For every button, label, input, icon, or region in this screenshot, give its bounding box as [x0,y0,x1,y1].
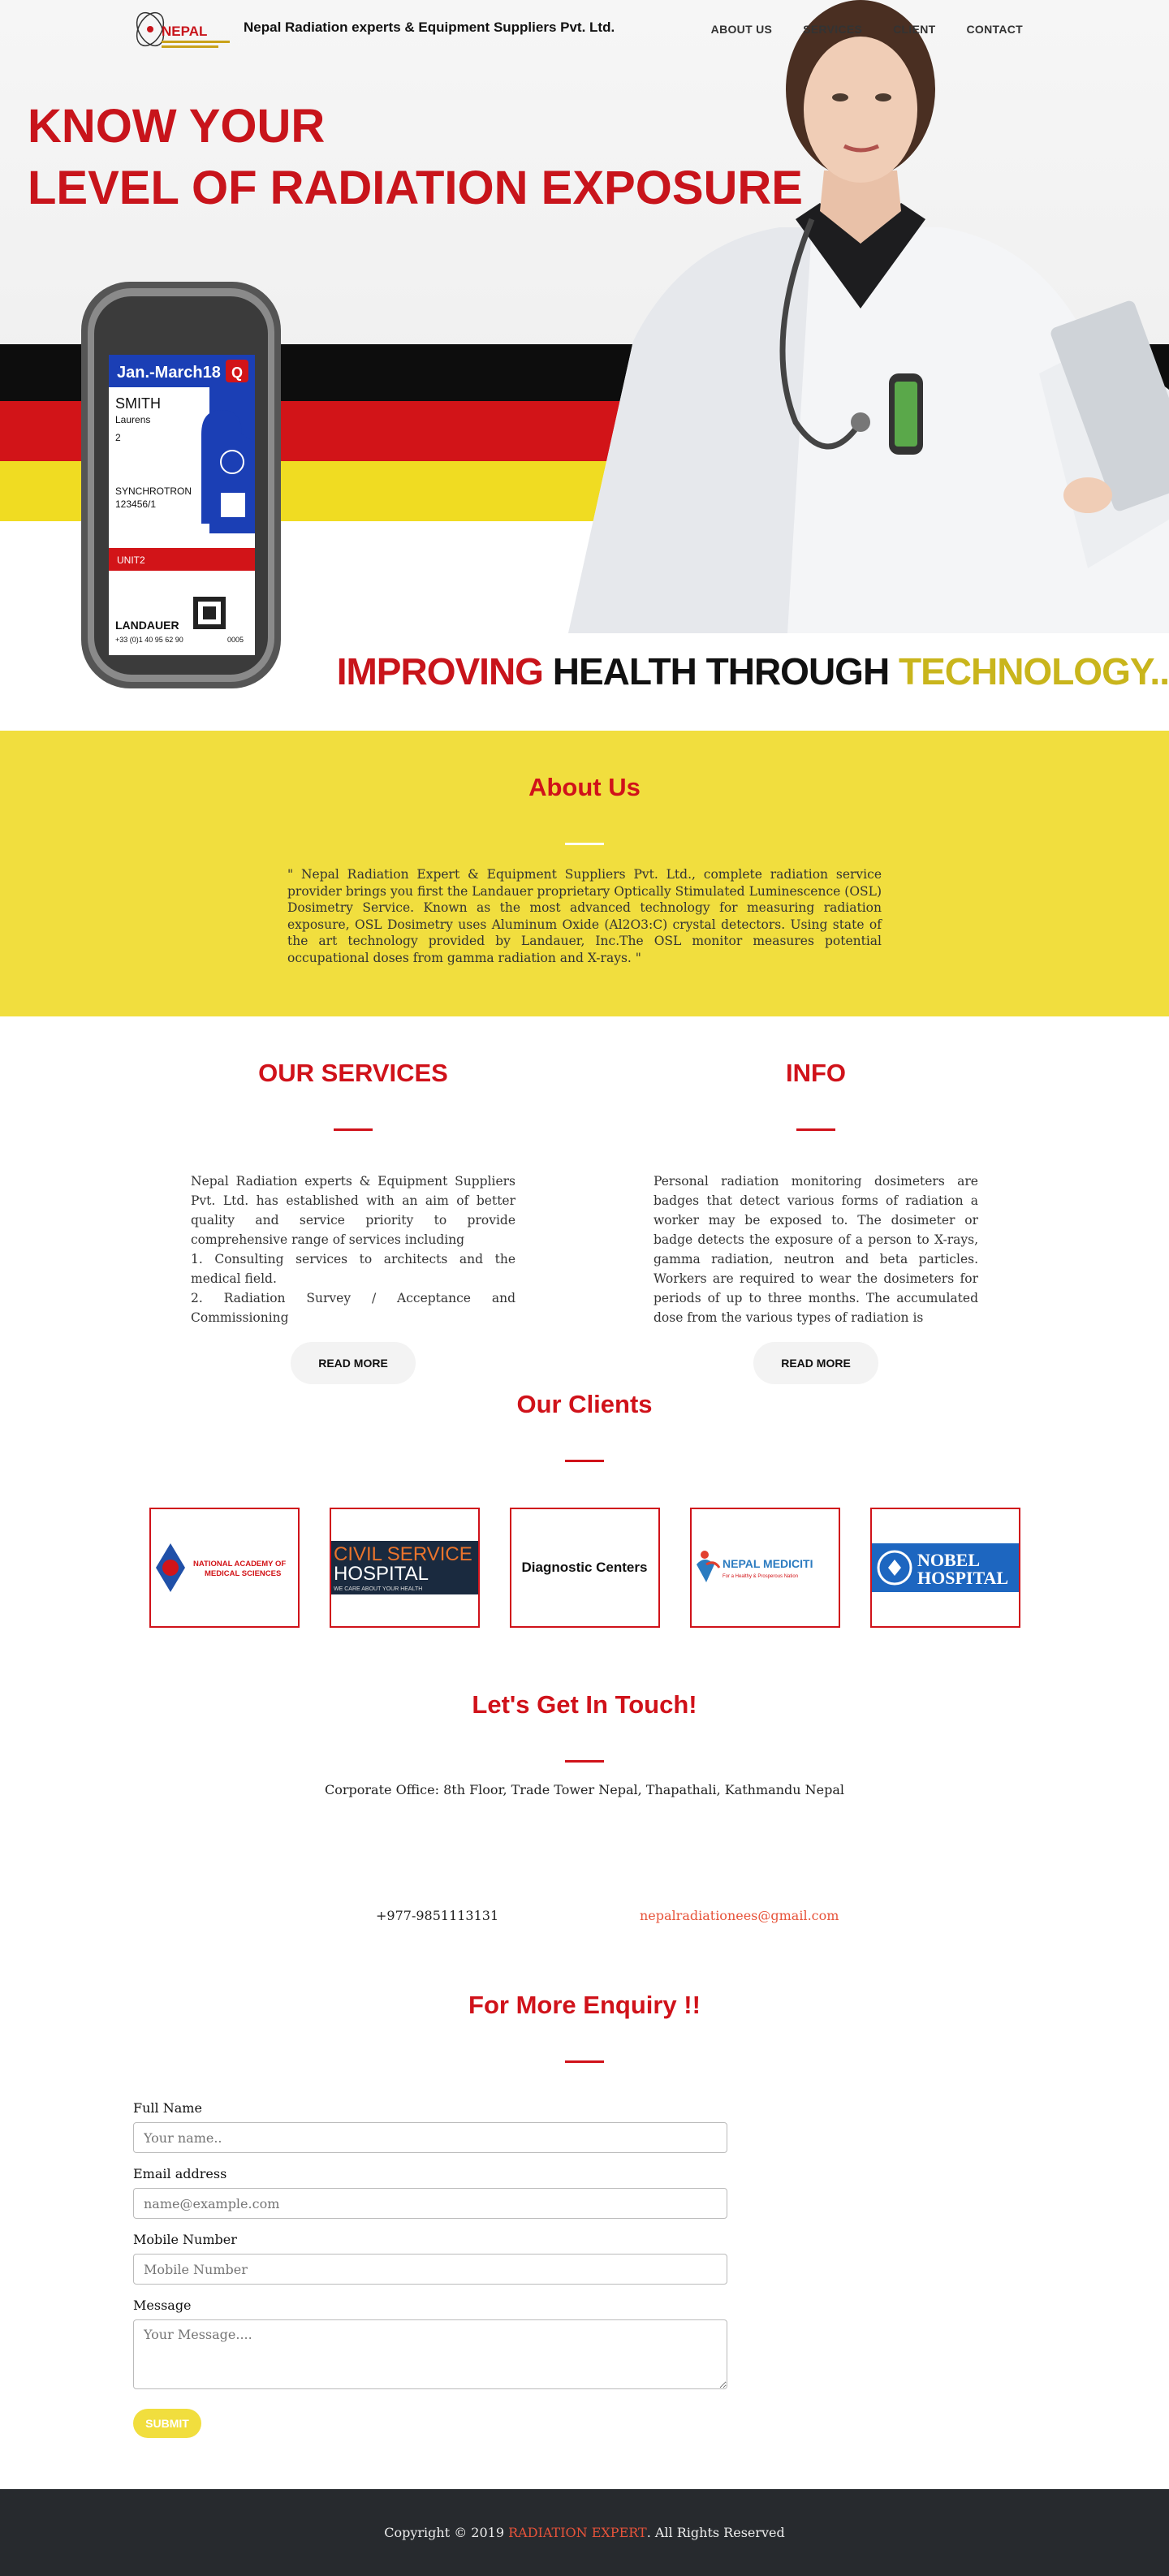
enquiry-form: Full Name Email address Mobile Number Me… [133,2100,727,2438]
about-title: About Us [528,773,641,801]
services-intro: Nepal Radiation experts & Equipment Supp… [191,1174,515,1247]
tagline-improving: IMPROVING [336,650,544,693]
badge-period: Jan.-March18 [117,364,221,382]
badge-brand: LANDAUER [115,619,179,632]
hero-title-line1: KNOW YOUR [28,100,326,153]
main-nav: ABOUT US SERVICES CLIENT CONTACT [711,23,1023,36]
email-link[interactable]: nepalradiationees@gmail.com [640,1908,839,1923]
tagline-technology: TECHNOLOGY.. [898,650,1169,693]
nav-client[interactable]: CLIENT [893,23,935,36]
services-info-section: OUR SERVICES Nepal Radiation experts & E… [0,1016,1169,1390]
hero-section: NEPAL Nepal Radiation experts & Equipmen… [0,0,1169,731]
doctor-image [568,0,1169,633]
badge-q: Q [231,365,243,381]
info-read-more-button[interactable]: READ MORE [753,1342,878,1384]
dosimeter-badge-image: Jan.-March18 Q SMITH Laurens 2 SYNCHROTR… [81,282,281,688]
company-name: Nepal Radiation experts & Equipment Supp… [244,19,615,35]
nobel-line2: HOSPITAL [917,1568,1008,1588]
services-divider [334,1128,373,1131]
nav-services[interactable]: SERVICES [803,23,862,36]
mediciti-line1: NEPAL MEDICITI [723,1557,813,1570]
civil-line1: CIVIL SERVICE [334,1543,472,1565]
footer-brand-link[interactable]: RADIATION EXPERT [508,2525,647,2540]
hero-title-line2: LEVEL OF RADIATION EXPOSURE [28,162,803,214]
client-logo-diagnostic-centers[interactable]: Diagnostic Centers [509,1508,660,1628]
tagline-health: HEALTH THROUGH [552,650,890,693]
email-label: Email address [133,2166,227,2181]
client-logo-nams[interactable]: NATIONAL ACADEMY OF MEDICAL SCIENCES [149,1508,300,1628]
logo-text: NEPAL [162,24,207,39]
footer: Copyright © 2019 RADIATION EXPERT. All R… [0,2489,1169,2576]
enquiry-title: For More Enquiry !! [468,1991,701,2019]
client-logo-civil-service[interactable]: CIVIL SERVICE HOSPITAL WE CARE ABOUT YOU… [329,1508,480,1628]
company-logo[interactable]: NEPAL [134,8,231,57]
info-title: INFO [785,1059,847,1087]
hero-title: KNOW YOUR LEVEL OF RADIATION EXPOSURE [28,96,803,219]
badge-phone: +33 (0)1 40 95 62 90 [115,636,183,644]
about-section: About Us " Nepal Radiation Expert & Equi… [0,731,1169,1016]
about-divider [565,843,604,845]
nav-contact[interactable]: CONTACT [967,23,1024,36]
clients-divider [565,1460,604,1462]
email-input[interactable] [133,2188,727,2219]
message-label: Message [133,2298,192,2313]
badge-org: SYNCHROTRON [115,485,192,497]
badge-unit: UNIT2 [117,554,145,566]
services-text: Nepal Radiation experts & Equipment Supp… [191,1171,515,1327]
badge-code: 0005 [227,636,244,644]
client-logo-nobel-hospital[interactable]: NOBEL HOSPITAL [869,1508,1020,1628]
client-logos: NATIONAL ACADEMY OF MEDICAL SCIENCES CIV… [0,1508,1169,1628]
badge-first-name: Laurens [115,414,150,425]
info-divider [796,1128,835,1131]
client-logo-nepal-mediciti[interactable]: NEPAL MEDICITI For a Healthy & Prosperou… [689,1508,840,1628]
nams-line2: MEDICAL SCIENCES [205,1569,281,1578]
info-text: Personal radiation monitoring dosimeters… [654,1174,978,1325]
badge-number: 2 [115,432,121,443]
services-item-2: 2. Radiation Survey / Acceptance and Com… [191,1291,515,1325]
clients-section: Our Clients NATIONAL ACADEMY OF MEDICAL … [0,1390,1169,1690]
mediciti-line2: For a Healthy & Prosperous Nation [723,1574,798,1579]
hero-tagline: IMPROVING HEALTH THROUGH TECHNOLOGY.. [337,649,1169,693]
enquiry-divider [565,2060,604,2063]
badge-name: SMITH [115,395,161,412]
info-column: INFO Personal radiation monitoring dosim… [654,1059,978,1384]
nams-line1: NATIONAL ACADEMY OF [193,1560,286,1568]
nav-about-us[interactable]: ABOUT US [711,23,773,36]
full-name-input[interactable] [133,2122,727,2153]
office-address: Corporate Office: 8th Floor, Trade Tower… [325,1782,844,1797]
mobile-input[interactable] [133,2254,727,2285]
mobile-label: Mobile Number [133,2232,237,2247]
contact-title: Let's Get In Touch! [472,1690,697,1719]
civil-line2: HOSPITAL [334,1563,429,1585]
message-textarea[interactable] [133,2319,727,2389]
copyright-suffix: . All Rights Reserved [646,2525,785,2540]
enquiry-section: For More Enquiry !! Full Name Email addr… [0,1991,1169,2502]
diagnostic-text: Diagnostic Centers [521,1560,648,1575]
civil-line3: WE CARE ABOUT YOUR HEALTH [334,1586,422,1592]
services-column: OUR SERVICES Nepal Radiation experts & E… [191,1059,515,1384]
contact-divider [565,1760,604,1763]
submit-button[interactable]: SUBMIT [133,2409,201,2438]
clients-title: Our Clients [516,1390,653,1418]
services-title: OUR SERVICES [258,1059,448,1087]
services-item-1: 1. Consulting services to architects and… [191,1252,515,1286]
contact-section: Let's Get In Touch! Corporate Office: 8t… [0,1690,1169,1991]
full-name-label: Full Name [133,2100,202,2116]
about-text: " Nepal Radiation Expert & Equipment Sup… [287,867,882,965]
services-read-more-button[interactable]: READ MORE [291,1342,416,1384]
badge-org-number: 123456/1 [115,498,156,510]
copyright-prefix: Copyright © 2019 [384,2525,505,2540]
phone-number[interactable]: +977-9851113131 [376,1908,498,1923]
